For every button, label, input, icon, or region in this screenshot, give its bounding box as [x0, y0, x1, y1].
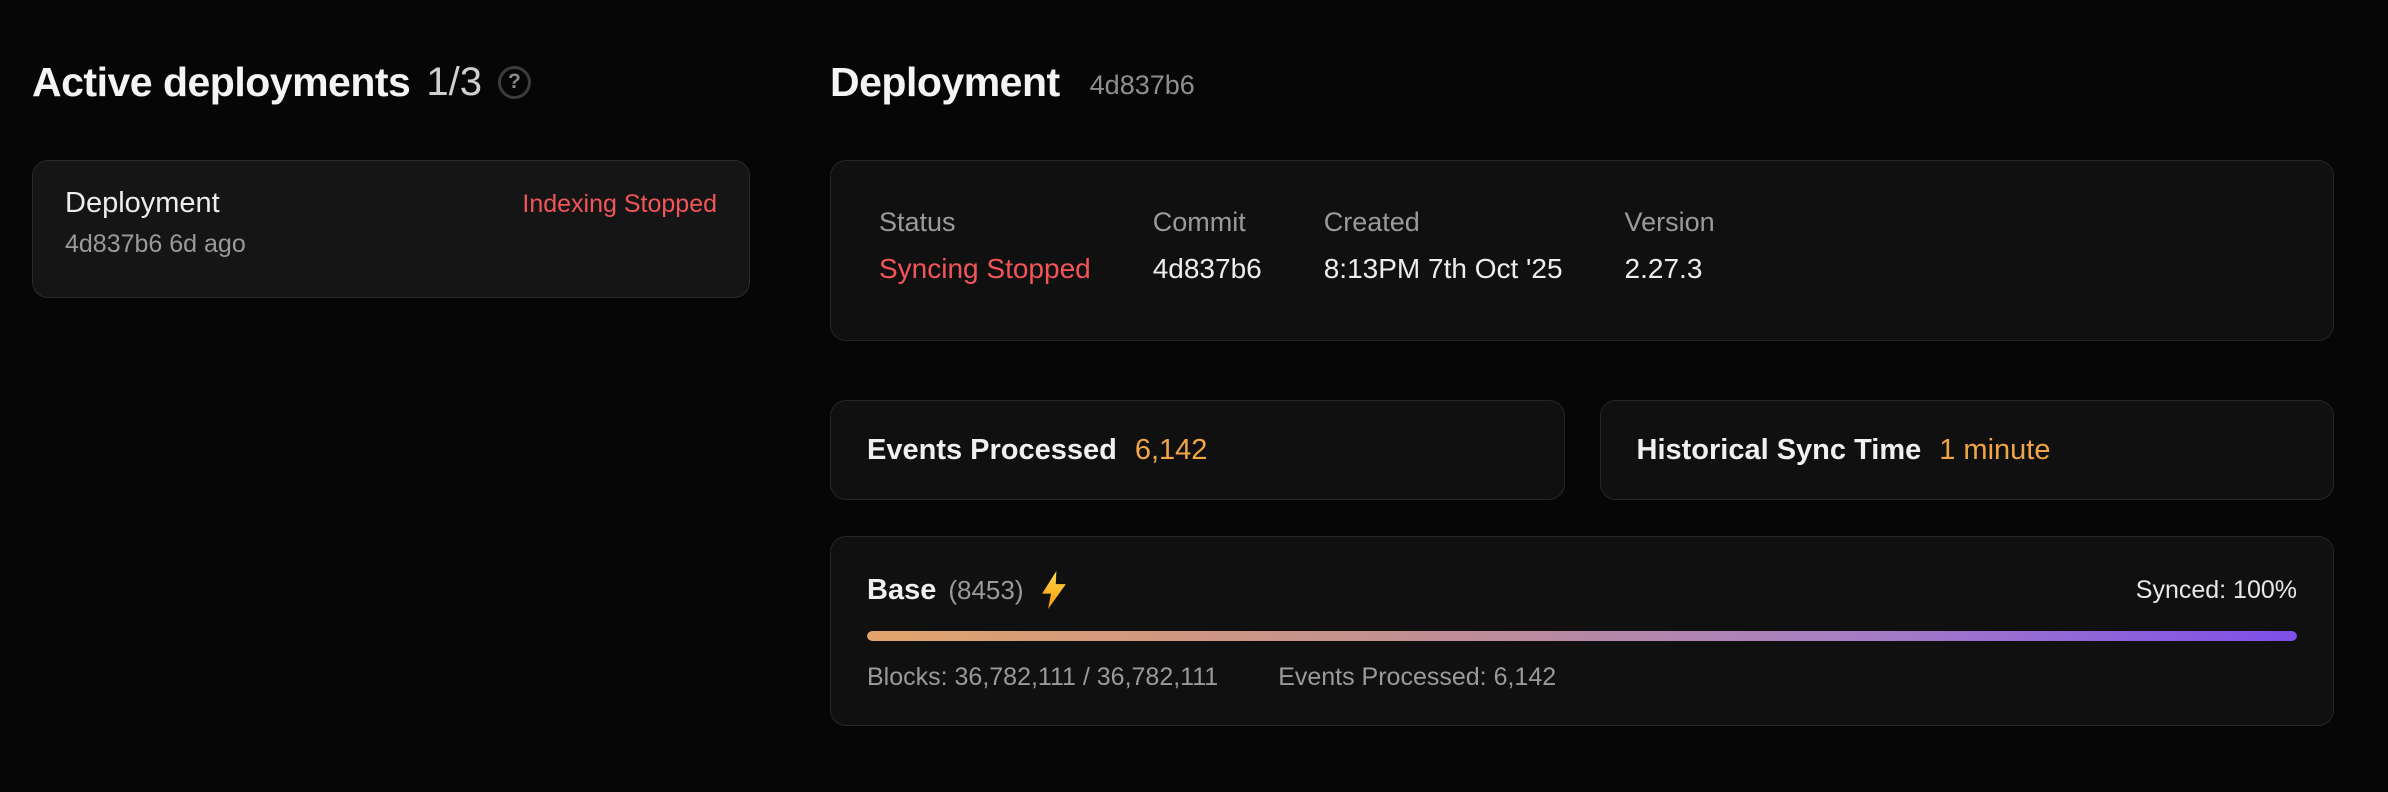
deployment-status-badge: Indexing Stopped	[522, 190, 717, 219]
events-processed-card: Events Processed 6,142	[830, 400, 1565, 500]
field-commit-label: Commit	[1153, 209, 1262, 236]
deployment-hash-age: 4d837b6 6d ago	[65, 230, 717, 259]
chain-header: Base (8453)	[867, 571, 2297, 609]
field-created: Created 8:13PM 7th Oct '25	[1324, 209, 1563, 340]
overview-card: Status Syncing Stopped Commit 4d837b6 Cr…	[830, 160, 2334, 341]
field-version-value: 2.27.3	[1625, 252, 1715, 286]
active-deployments-panel: Active deployments 1/3 ? Deployment Inde…	[32, 56, 750, 726]
deployments-page: Active deployments 1/3 ? Deployment Inde…	[0, 0, 2388, 726]
field-version-label: Version	[1625, 209, 1715, 236]
field-commit-value: 4d837b6	[1153, 252, 1262, 286]
deployment-list-item-row: Deployment Indexing Stopped	[65, 187, 717, 220]
chain-sync-card: Base (8453)	[830, 536, 2334, 726]
deployment-detail-header: Deployment 4d837b6	[830, 56, 2334, 108]
deployment-list-item[interactable]: Deployment Indexing Stopped 4d837b6 6d a…	[32, 160, 750, 298]
field-created-value: 8:13PM 7th Oct '25	[1324, 252, 1563, 286]
active-deployments-count: 1/3	[426, 62, 482, 102]
field-commit: Commit 4d837b6	[1153, 209, 1262, 340]
chain-identity: Base (8453)	[867, 571, 1069, 609]
historical-sync-time-label: Historical Sync Time	[1637, 434, 1922, 467]
deployment-detail-title: Deployment	[830, 62, 1060, 103]
events-processed-label: Events Processed	[867, 434, 1117, 467]
historical-sync-time-card: Historical Sync Time 1 minute	[1600, 400, 2335, 500]
sync-progress-bar	[867, 631, 2297, 641]
chain-stats-row: Blocks: 36,782,111 / 36,782,111 Events P…	[867, 663, 2297, 692]
blocks-stat: Blocks: 36,782,111 / 36,782,111	[867, 663, 1218, 692]
active-deployments-title: Active deployments	[32, 62, 410, 103]
chain-id: (8453)	[948, 575, 1023, 606]
sync-progress-fill	[867, 631, 2297, 641]
chain-name: Base	[867, 574, 936, 607]
field-status-label: Status	[879, 209, 1091, 236]
field-version: Version 2.27.3	[1625, 209, 1715, 340]
events-processed-value: 6,142	[1135, 434, 1208, 467]
synced-percent: Synced: 100%	[2136, 576, 2297, 605]
chain-events-stat: Events Processed: 6,142	[1278, 663, 1556, 692]
historical-sync-time-value: 1 minute	[1939, 434, 2050, 467]
field-status: Status Syncing Stopped	[879, 209, 1091, 340]
deployment-detail-panel: Deployment 4d837b6 Status Syncing Stoppe…	[830, 56, 2334, 726]
field-created-label: Created	[1324, 209, 1563, 236]
help-icon[interactable]: ?	[498, 66, 531, 99]
lightning-bolt-icon	[1039, 571, 1069, 609]
stats-row: Events Processed 6,142 Historical Sync T…	[830, 400, 2334, 500]
deployment-name: Deployment	[65, 187, 220, 220]
active-deployments-header: Active deployments 1/3 ?	[32, 56, 750, 108]
deployment-detail-hash: 4d837b6	[1090, 72, 1195, 99]
field-status-value: Syncing Stopped	[879, 252, 1091, 286]
